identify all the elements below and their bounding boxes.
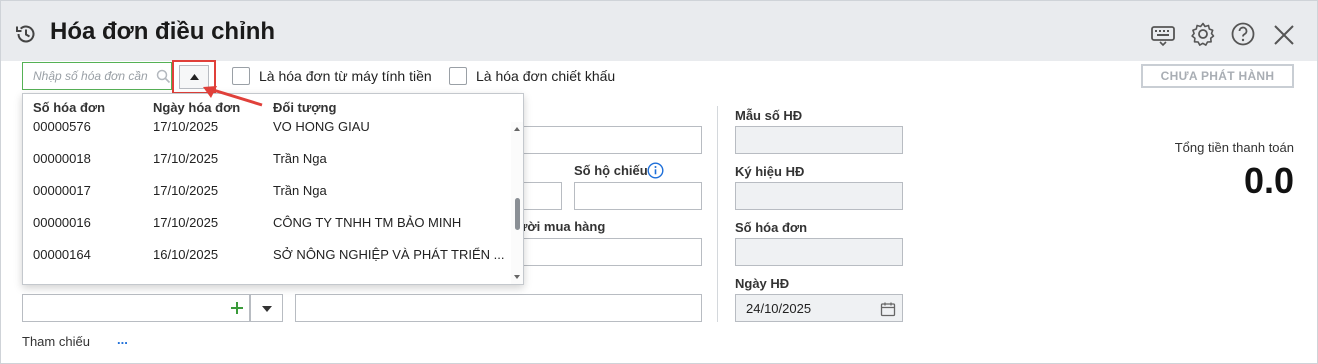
invoice-search-input[interactable]: Nhập số hóa đơn cần: [22, 62, 172, 90]
invoice-number: 00000164: [33, 247, 91, 262]
passport-field[interactable]: [574, 182, 702, 210]
template-field: [735, 126, 903, 154]
reference-link[interactable]: ...: [117, 332, 128, 347]
invoice-party: SỞ NÔNG NGHIỆP VÀ PHÁT TRIỂN ...: [273, 247, 505, 262]
total-label: Tổng tiền thanh toán: [1174, 140, 1294, 155]
keyboard-icon[interactable]: [1150, 22, 1176, 48]
invoice-date: 17/10/2025: [153, 215, 219, 230]
status-button[interactable]: CHƯA PHÁT HÀNH: [1141, 64, 1294, 88]
calendar-icon[interactable]: [880, 301, 896, 317]
list-item[interactable]: 00000164 16/10/2025 SỞ NÔNG NGHIỆP VÀ PH…: [23, 240, 513, 272]
invoice-number: 00000018: [33, 151, 91, 166]
salesperson-field[interactable]: [22, 294, 250, 322]
invoice-number: 00000017: [33, 183, 91, 198]
invoice-dropdown-list: Số hóa đơn Ngày hóa đơn Đối tượng 000005…: [22, 93, 524, 285]
scrollbar-thumb[interactable]: [515, 198, 520, 230]
history-icon[interactable]: [14, 22, 38, 46]
section-divider: [717, 106, 718, 322]
invoice-date-field[interactable]: 24/10/2025: [735, 294, 903, 322]
total-value: 0.0: [1243, 160, 1294, 201]
discount-invoice-checkbox[interactable]: [449, 67, 467, 85]
invoice-number: 00000576: [33, 122, 91, 134]
dropdown-header: Số hóa đơn Ngày hóa đơn Đối tượng: [23, 94, 513, 122]
column-header-party: Đối tượng: [273, 100, 337, 115]
chevron-down-icon: [262, 306, 272, 312]
adjustment-reason-field[interactable]: [295, 294, 702, 322]
help-icon[interactable]: [1230, 21, 1256, 47]
column-header-number: Số hóa đơn: [33, 100, 106, 115]
buyer-field[interactable]: [518, 238, 702, 266]
scroll-up-icon[interactable]: [514, 127, 520, 131]
dropdown-scrollbar[interactable]: [511, 122, 523, 284]
symbol-label: Ký hiệu HĐ: [735, 164, 805, 179]
id-field[interactable]: [518, 182, 562, 210]
page-title: Hóa đơn điều chỉnh: [50, 18, 276, 45]
salesperson-select-button[interactable]: [250, 294, 283, 322]
invoice-date: 17/10/2025: [153, 151, 219, 166]
annotation-arrow: [203, 86, 263, 107]
cash-register-checkbox[interactable]: [232, 67, 250, 85]
symbol-field: [735, 182, 903, 210]
search-placeholder: Nhập số hóa đơn cần: [33, 69, 148, 83]
reference-label: Tham chiếu: [22, 334, 90, 349]
invoice-party: VO HONG GIAU: [273, 122, 370, 134]
scroll-down-icon[interactable]: [514, 275, 520, 279]
caret-up-icon: [190, 74, 199, 80]
invoice-number-label: Số hóa đơn: [735, 220, 808, 235]
add-icon[interactable]: [230, 301, 244, 315]
template-label: Mẫu số HĐ: [735, 108, 803, 123]
list-item[interactable]: 00000018 17/10/2025 Trần Nga: [23, 144, 513, 176]
info-icon[interactable]: [647, 162, 664, 179]
invoice-number: 00000016: [33, 215, 91, 230]
invoice-party: Trần Nga: [273, 151, 327, 166]
invoice-date: 17/10/2025: [153, 183, 219, 198]
invoice-date-label: Ngày HĐ: [735, 276, 790, 291]
discount-invoice-label: Là hóa đơn chiết khấu: [476, 68, 616, 84]
close-icon[interactable]: [1271, 22, 1297, 48]
cash-register-label: Là hóa đơn từ máy tính tiền: [259, 68, 432, 84]
invoice-number-field: [735, 238, 903, 266]
invoice-party: Trần Nga: [273, 183, 327, 198]
buyer-label: ười mua hàng: [518, 219, 606, 234]
gear-icon[interactable]: [1190, 21, 1216, 47]
invoice-date: 16/10/2025: [153, 247, 219, 262]
passport-label: Số hộ chiếu: [574, 163, 648, 178]
invoice-party: CÔNG TY TNHH TM BẢO MINH: [273, 215, 462, 230]
list-item[interactable]: 00000016 17/10/2025 CÔNG TY TNHH TM BẢO …: [23, 208, 513, 240]
list-item[interactable]: 00000017 17/10/2025 Trần Nga: [23, 176, 513, 208]
invoice-date-value: 24/10/2025: [746, 301, 812, 316]
search-icon: [156, 69, 171, 84]
dropdown-body: 00000576 17/10/2025 VO HONG GIAU 0000001…: [23, 122, 513, 284]
list-item[interactable]: 00000576 17/10/2025 VO HONG GIAU: [23, 122, 513, 144]
customer-name-field[interactable]: [518, 126, 702, 154]
invoice-date: 17/10/2025: [153, 122, 219, 134]
